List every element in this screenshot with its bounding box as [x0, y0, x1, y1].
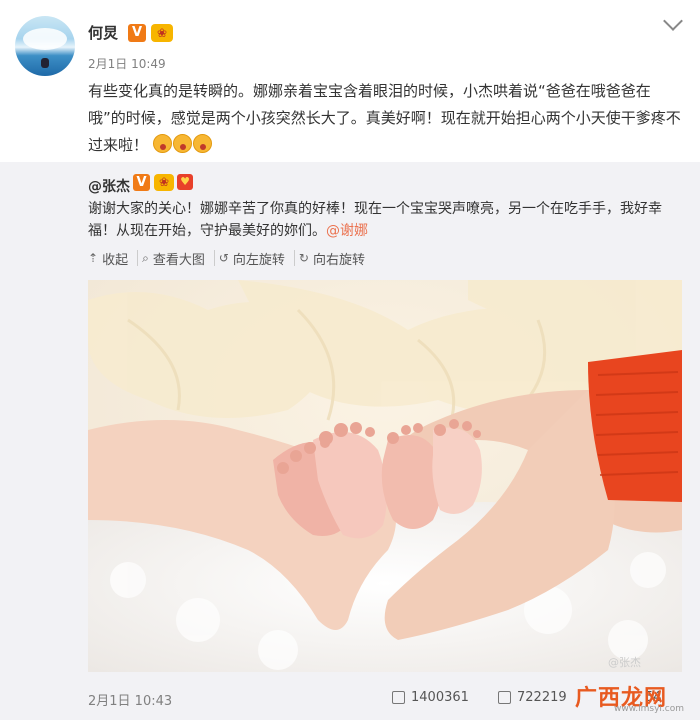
repost-verified-badge-icon[interactable]: V	[133, 174, 150, 191]
author-avatar[interactable]	[15, 16, 75, 76]
view-large-label: 查看大图	[152, 252, 205, 268]
post-time[interactable]: 2月1日 10:49	[88, 55, 166, 72]
photo-watermark: @张杰	[608, 656, 641, 669]
rotate-right-icon: ↻	[298, 251, 309, 265]
forward-button[interactable]: 1400361	[392, 690, 469, 705]
avatar-cloud	[23, 28, 67, 50]
arrow-up-icon: ⇡	[88, 251, 99, 265]
surprised-emoji	[172, 134, 192, 153]
collapse-button[interactable]: ⇡ 收起	[88, 250, 139, 268]
rotate-right-button[interactable]: ↻ 向右旋转	[298, 250, 374, 268]
repost-text: 谢谢大家的关心！娜娜辛苦了你真的好棒！现在一个宝宝哭声嘹亮，另一个在吃手手，我好…	[88, 198, 678, 242]
collapse-label: 收起	[102, 252, 129, 268]
comment-button[interactable]: 722219	[498, 690, 567, 705]
baby-feet-photo	[88, 280, 682, 672]
avatar-figure	[41, 58, 49, 68]
repost-special-badge-icon[interactable]: ♥	[177, 174, 193, 190]
chevron-down-icon[interactable]	[663, 11, 683, 31]
rotate-left-label: 向左旋转	[232, 252, 285, 268]
comment-count: 722219	[517, 690, 567, 705]
repost-author[interactable]: @张杰	[88, 176, 130, 196]
rotate-left-icon: ↺	[218, 251, 229, 265]
view-large-button[interactable]: ⌕ 查看大图	[142, 250, 215, 268]
surprised-emoji	[152, 134, 172, 153]
vip-badge-icon[interactable]: ❀	[151, 24, 173, 42]
rotate-left-button[interactable]: ↺ 向左旋转	[218, 250, 295, 268]
surprised-emoji	[192, 134, 212, 153]
search-icon: ⌕	[142, 250, 149, 265]
share-icon	[392, 691, 405, 704]
repost-vip-badge-icon[interactable]: ❀	[154, 174, 174, 191]
author-name[interactable]: 何炅	[88, 22, 118, 43]
forward-count: 1400361	[411, 690, 469, 705]
image-toolbar: ⇡ 收起 ⌕ 查看大图 ↺ 向左旋转 ↻ 向右旋转	[88, 250, 378, 268]
post-text: 有些变化真的是转瞬的。娜娜亲着宝宝含着眼泪的时候，小杰哄着说“爸爸在哦爸爸在哦”…	[88, 78, 688, 159]
repost-time[interactable]: 2月1日 10:43	[88, 690, 172, 709]
post-photo[interactable]: @张杰	[88, 280, 682, 672]
comment-icon	[498, 691, 511, 704]
verified-badge-icon[interactable]: V	[128, 24, 146, 42]
mention-link[interactable]: @谢娜	[326, 223, 368, 239]
site-watermark-url: www.lmsyi.com	[614, 704, 684, 714]
rotate-right-label: 向右旋转	[312, 252, 365, 268]
repost-body: 谢谢大家的关心！娜娜辛苦了你真的好棒！现在一个宝宝哭声嘹亮，另一个在吃手手，我好…	[88, 201, 662, 239]
